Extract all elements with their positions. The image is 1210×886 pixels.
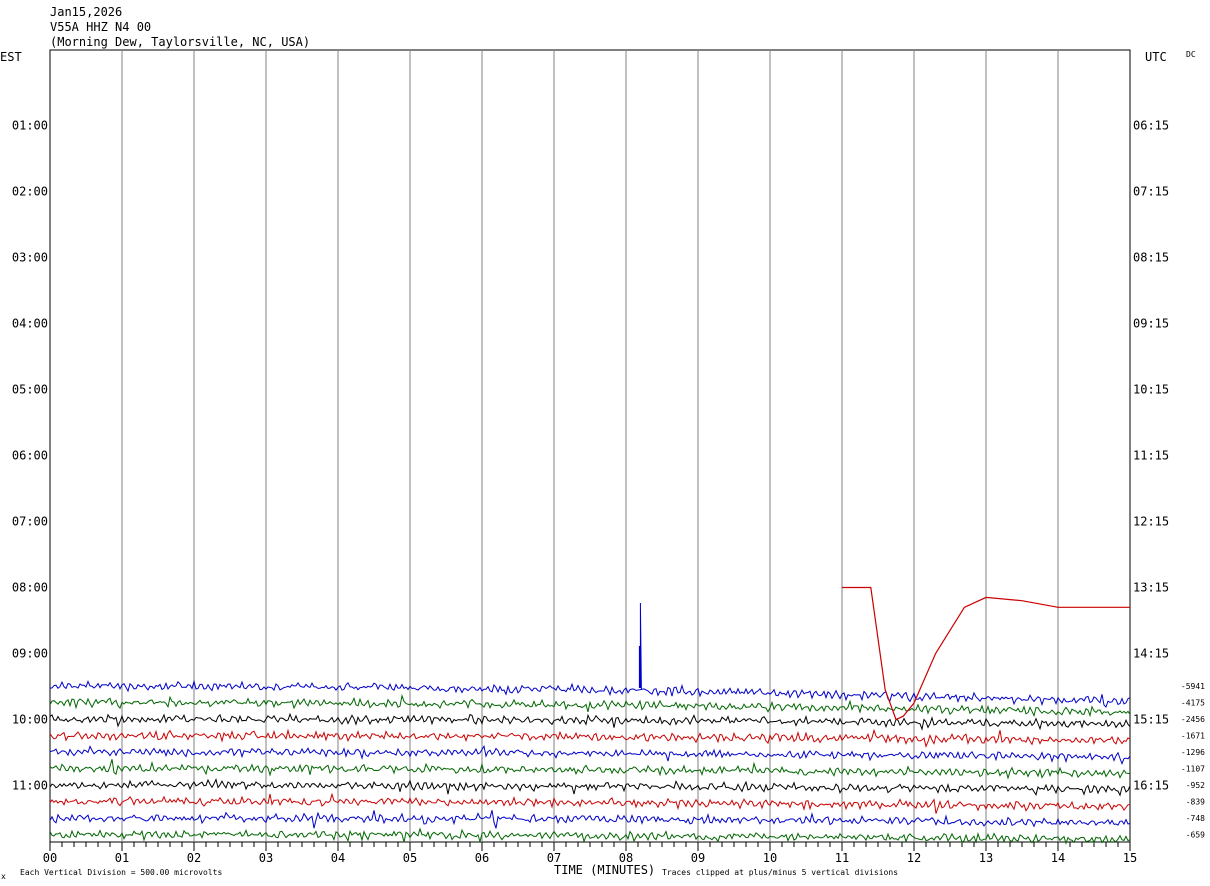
station-label: V55A HHZ N4 00 [50, 20, 151, 34]
dc-label: DC [1186, 50, 1196, 59]
right-hour-label: 16:15 [1133, 779, 1169, 793]
trace-line [49, 693, 1131, 718]
right-hour-label: 06:15 [1133, 119, 1169, 133]
trace-line [49, 712, 1131, 731]
date-label: Jan15,2026 [50, 5, 122, 19]
corner-mark: x [1, 872, 6, 881]
left-hour-label: 09:00 [12, 647, 48, 661]
right-hour-label: 07:15 [1133, 185, 1169, 199]
x-tick-label: 10 [763, 851, 777, 865]
left-hour-label: 02:00 [12, 185, 48, 199]
spike-mark [638, 602, 642, 691]
x-tick-label: 15 [1123, 851, 1137, 865]
trace-offset-label: -1296 [1181, 748, 1205, 757]
trace-line [49, 778, 1131, 797]
x-tick-label: 14 [1051, 851, 1065, 865]
x-tick-label: 06 [475, 851, 489, 865]
x-tick-label: 02 [187, 851, 201, 865]
plot-frame [49, 49, 1131, 843]
x-tick-label: 01 [115, 851, 129, 865]
trace-offset-label: -952 [1186, 781, 1205, 790]
left-hour-label: 06:00 [12, 449, 48, 463]
trace-offset-label: -839 [1186, 798, 1205, 807]
x-tick-label: 05 [403, 851, 417, 865]
trace-line [49, 759, 1131, 780]
x-tick-label: 03 [259, 851, 273, 865]
trace-offset-label: -748 [1186, 814, 1205, 823]
left-hour-label: 07:00 [12, 515, 48, 529]
right-hour-labels: 06:15 07:15 08:15 09:15 10:15 11:15 12:15 13:15… [1133, 119, 1169, 793]
left-hour-label: 11:00 [12, 779, 48, 793]
trace-offset-label: -1107 [1181, 765, 1205, 774]
left-hour-label: 05:00 [12, 383, 48, 397]
left-hour-label: 03:00 [12, 251, 48, 265]
trace-line [49, 792, 1131, 814]
trace-offset-label: -5941 [1181, 682, 1205, 691]
left-timezone-label: EST [0, 50, 22, 64]
right-hour-label: 11:15 [1133, 449, 1169, 463]
left-hour-label: 04:00 [12, 317, 48, 331]
right-timezone-label: UTC [1145, 50, 1167, 64]
trace-line [49, 728, 1131, 748]
right-hour-label: 13:15 [1133, 581, 1169, 595]
x-axis-title: TIME (MINUTES) [554, 863, 655, 877]
x-tick-label: 04 [331, 851, 345, 865]
x-tick-label: 12 [907, 851, 921, 865]
right-hour-label: 15:15 [1133, 713, 1169, 727]
left-hour-label: 08:00 [12, 581, 48, 595]
scale-note: Each Vertical Division = 500.00 microvol… [20, 868, 222, 877]
trace-offset-label: -1671 [1181, 732, 1205, 741]
right-hour-label: 10:15 [1133, 383, 1169, 397]
right-hour-label: 09:15 [1133, 317, 1169, 331]
trace-line [49, 744, 1131, 765]
trace-offset-labels: -5941 -4175 -2456 -1671 -1296 -1107 -952 -839 -7… [1181, 682, 1205, 840]
x-tick-label: 00 [43, 851, 57, 865]
right-hour-label: 08:15 [1133, 251, 1169, 265]
left-hour-label: 10:00 [12, 713, 48, 727]
right-hour-label: 14:15 [1133, 647, 1169, 661]
x-tick-label: 13 [979, 851, 993, 865]
seismogram-chart: Jan15,2026 V55A HHZ N4 00 (Morning Dew, … [0, 5, 1205, 881]
trace-offset-label: -659 [1186, 831, 1205, 840]
trace-offset-label: -2456 [1181, 715, 1205, 724]
right-hour-label: 12:15 [1133, 515, 1169, 529]
x-tick-label: 11 [835, 851, 849, 865]
clip-note: Traces clipped at plus/minus 5 vertical … [662, 868, 898, 877]
trace-line [49, 827, 1131, 845]
seismic-traces [49, 586, 1131, 845]
x-tick-label: 09 [691, 851, 705, 865]
x-axis-ticks [49, 842, 1131, 851]
trace-offset-label: -4175 [1181, 699, 1205, 708]
trace-line [49, 810, 1131, 829]
left-hour-labels: 01:00 02:00 03:00 04:00 05:00 06:00 07:00 08:00… [12, 119, 48, 793]
left-hour-label: 01:00 [12, 119, 48, 133]
location-label: (Morning Dew, Taylorsville, NC, USA) [50, 35, 310, 49]
